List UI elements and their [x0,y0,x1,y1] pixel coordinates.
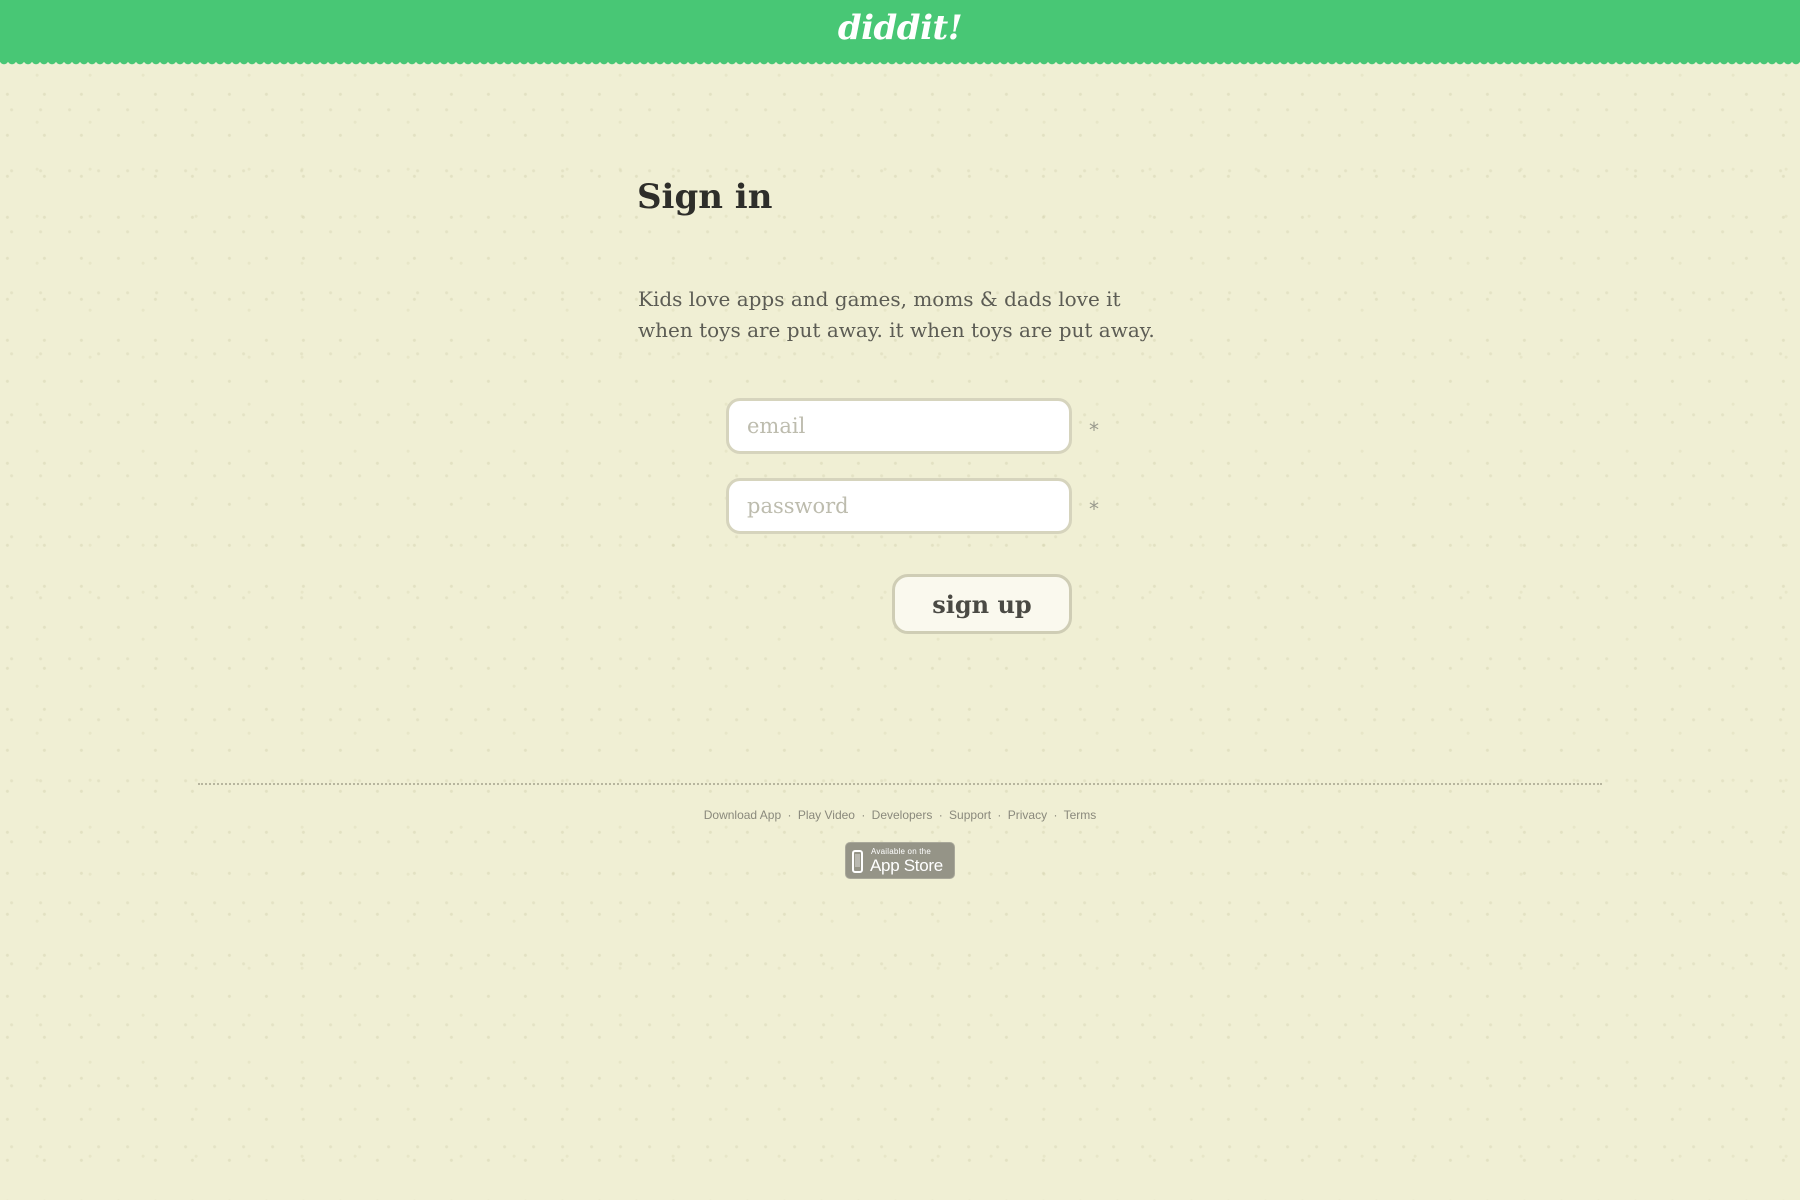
footer-link-terms[interactable]: Terms [1064,808,1097,822]
footer-link-developers[interactable]: Developers [872,808,933,822]
footer-link-play-video[interactable]: Play Video [798,808,855,822]
footer-links: Download App · Play Video · Developers ·… [0,808,1800,822]
iphone-icon [852,850,863,873]
app-store-badge[interactable]: Available on the App Store [845,842,955,879]
footer-separator: · [861,808,866,822]
footer-separator: · [997,808,1002,822]
app-store-badge-small-text: Available on the [871,847,931,856]
footer-link-support[interactable]: Support [949,808,991,822]
password-field[interactable] [726,478,1072,534]
diddit-logo[interactable]: diddit! [0,0,1800,62]
email-field[interactable] [726,398,1072,454]
page-title: Sign in [637,177,773,217]
footer-separator: · [938,808,943,822]
footer-link-download-app[interactable]: Download App [704,808,781,822]
email-required-marker: * [1089,418,1099,442]
sign-up-button[interactable]: sign up [892,574,1072,634]
footer-divider [198,783,1602,785]
footer-separator: · [787,808,792,822]
footer-separator: · [1053,808,1058,822]
intro-text: Kids love apps and games, moms & dads lo… [638,287,1155,342]
app-store-badge-large-text: App Store [870,856,943,875]
footer-link-privacy[interactable]: Privacy [1008,808,1047,822]
password-required-marker: * [1089,497,1099,521]
